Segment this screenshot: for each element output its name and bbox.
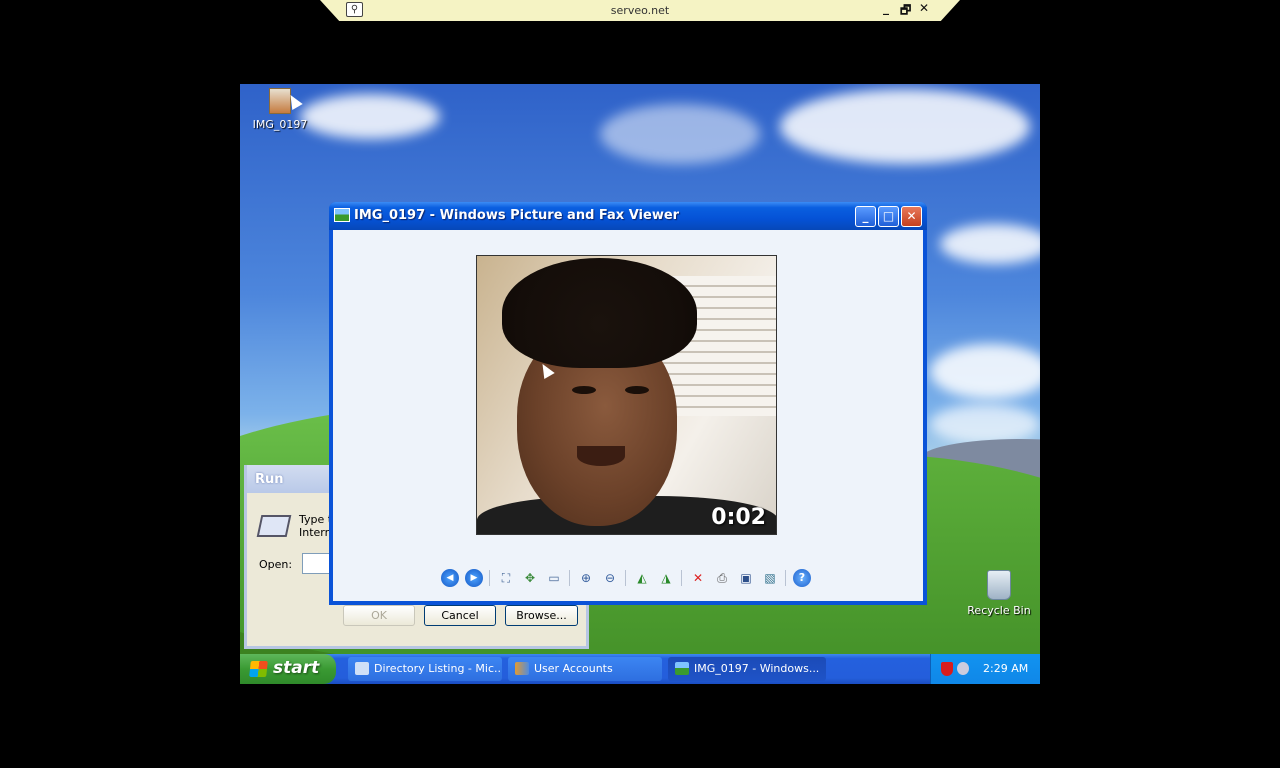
cloud <box>930 404 1040 444</box>
best-fit-icon[interactable]: ⛶ <box>497 569 515 587</box>
picture-viewer-icon <box>675 662 689 675</box>
actual-size-icon[interactable]: ✥ <box>521 569 539 587</box>
start-button[interactable]: start <box>240 654 336 684</box>
video-timestamp: 0:02 <box>711 505 766 530</box>
task-label: Directory Listing - Mic... <box>374 662 502 675</box>
maximize-button[interactable]: □ <box>878 206 899 227</box>
window-title: IMG_0197 - Windows Picture and Fax Viewe… <box>354 208 680 223</box>
previous-image-icon[interactable]: ◀ <box>441 569 459 587</box>
task-directory-listing[interactable]: Directory Listing - Mic... <box>348 657 502 681</box>
edit-icon[interactable]: ▧ <box>761 569 779 587</box>
desktop-icon-recycle-bin[interactable]: Recycle Bin <box>959 570 1039 617</box>
taskbar: start Directory Listing - Mic... User Ac… <box>240 654 1040 684</box>
delete-icon[interactable]: ✕ <box>689 569 707 587</box>
help-icon[interactable]: ? <box>793 569 811 587</box>
desktop-icon-label: Recycle Bin <box>967 604 1031 617</box>
close-button[interactable]: ✕ <box>901 206 922 227</box>
displayed-photo: 0:02 <box>476 255 777 535</box>
clock[interactable]: 2:29 AM <box>983 662 1028 675</box>
run-description-line: Type t <box>299 513 333 526</box>
user-accounts-icon <box>515 662 529 675</box>
print-icon[interactable]: ⎙ <box>713 569 731 587</box>
slideshow-icon[interactable]: ▭ <box>545 569 563 587</box>
minimize-button[interactable]: _ <box>855 206 876 227</box>
zoom-in-icon[interactable]: ⊕ <box>577 569 595 587</box>
task-user-accounts[interactable]: User Accounts <box>508 657 662 681</box>
remote-session-bar: ⚲ serveo.net _ 🗗 ✕ <box>320 0 960 21</box>
toolbar-separator <box>569 570 570 586</box>
zoom-out-icon[interactable]: ⊖ <box>601 569 619 587</box>
viewer-client-area: 0:02 ◀ ▶ ⛶ ✥ ▭ ⊕ ⊖ ◭ ◮ ✕ ⎙ ▣ ▧ ? <box>333 230 923 601</box>
cloud <box>300 94 440 139</box>
desktop-icon-img0197[interactable]: IMG_0197 <box>240 88 320 131</box>
rotate-counterclockwise-icon[interactable]: ◮ <box>657 569 675 587</box>
window-titlebar[interactable]: IMG_0197 - Windows Picture and Fax Viewe… <box>329 202 927 230</box>
rotate-clockwise-icon[interactable]: ◭ <box>633 569 651 587</box>
toolbar-separator <box>681 570 682 586</box>
task-label: User Accounts <box>534 662 613 675</box>
recycle-bin-icon <box>987 570 1011 600</box>
cancel-button[interactable]: Cancel <box>424 605 496 626</box>
open-label: Open: <box>259 558 293 571</box>
picture-viewer-icon <box>334 208 350 222</box>
photo-eye <box>572 386 596 394</box>
desktop: IMG_0197 Recycle Bin Run Type t Intern O… <box>240 84 1040 684</box>
session-host-label: serveo.net <box>610 4 670 17</box>
task-label: IMG_0197 - Windows... <box>694 662 820 675</box>
start-label: start <box>273 658 320 678</box>
windows-logo-icon <box>249 661 268 677</box>
next-image-icon[interactable]: ▶ <box>465 569 483 587</box>
photo-mouth <box>577 446 625 466</box>
restore-session-button[interactable]: 🗗 <box>900 1 911 21</box>
ie-page-icon <box>355 662 369 675</box>
viewer-toolbar: ◀ ▶ ⛶ ✥ ▭ ⊕ ⊖ ◭ ◮ ✕ ⎙ ▣ ▧ ? <box>441 569 821 591</box>
browse-button[interactable]: Browse... <box>505 605 578 626</box>
cloud <box>780 89 1030 164</box>
photo-hair <box>502 258 697 368</box>
cloud <box>930 344 1040 399</box>
close-session-button[interactable]: ✕ <box>919 1 929 15</box>
copy-to-icon[interactable]: ▣ <box>737 569 755 587</box>
run-icon <box>256 515 292 537</box>
run-description-line: Intern <box>299 526 332 539</box>
network-icon[interactable] <box>957 662 969 675</box>
ok-button[interactable]: OK <box>343 605 415 626</box>
photo-eye <box>625 386 649 394</box>
toolbar-separator <box>785 570 786 586</box>
toolbar-separator <box>489 570 490 586</box>
desktop-icon-label: IMG_0197 <box>252 118 308 131</box>
system-tray: 2:29 AM <box>930 654 1040 684</box>
minimize-session-button[interactable]: _ <box>883 1 889 15</box>
cloud <box>940 224 1040 264</box>
picture-viewer-window: IMG_0197 - Windows Picture and Fax Viewe… <box>329 202 927 605</box>
task-picture-viewer[interactable]: IMG_0197 - Windows... <box>668 657 826 681</box>
toolbar-separator <box>625 570 626 586</box>
security-shield-icon[interactable] <box>941 662 953 676</box>
run-description: Type t Intern <box>299 513 332 539</box>
cloud <box>600 104 760 164</box>
